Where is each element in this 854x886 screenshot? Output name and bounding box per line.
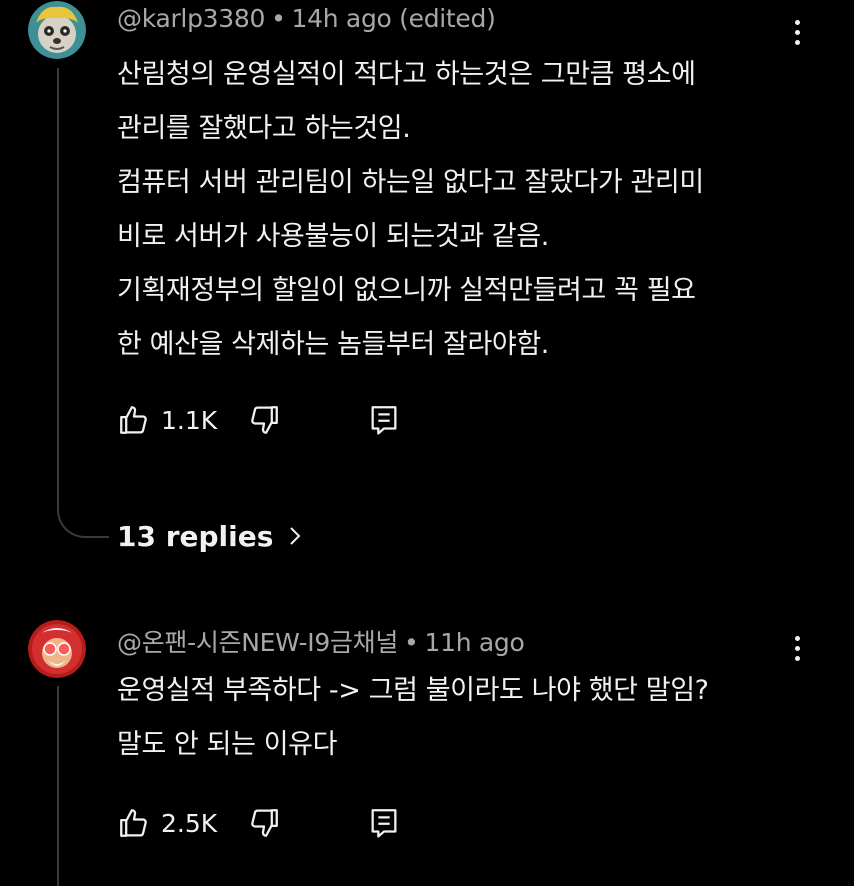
dislike-button[interactable]: [247, 398, 281, 442]
more-options-button[interactable]: [782, 12, 812, 52]
like-button[interactable]: [117, 801, 151, 845]
thread-connector-line: [57, 68, 109, 538]
reply-button[interactable]: [367, 801, 401, 845]
comment-actions: 2.5K: [117, 801, 437, 845]
comment-meta: @karlp3380 • 14h ago (edited): [117, 4, 496, 33]
like-button[interactable]: [117, 398, 151, 442]
reply-button[interactable]: [367, 398, 401, 442]
thread-connector-line: [57, 686, 59, 886]
comment-line: 기획재정부의 할일이 없으니까 실적만들려고 꼭 필요: [117, 275, 696, 306]
comment-time: 11h ago: [424, 628, 525, 657]
reply-icon: [371, 809, 397, 838]
more-vert-icon-dot: [794, 635, 800, 641]
comment-line: 컴퓨터 서버 관리팀이 하는일 없다고 잘랐다가 관리미: [117, 167, 704, 198]
avatar-onpaen-image: [28, 620, 86, 678]
more-vert-icon-dot: [794, 655, 800, 661]
comment-line: 비로 서버가 사용불능이 되는것과 같음.: [117, 221, 549, 252]
more-vert-icon-dot: [794, 29, 800, 35]
comment-author[interactable]: @karlp3380: [117, 4, 265, 33]
comment-text: 산림청의 운영실적이 적다고 하는것은 그만큼 평소에 관리를 잘했다고 하는것…: [117, 48, 704, 372]
reply-icon: [371, 406, 397, 435]
dislike-button[interactable]: [247, 801, 281, 845]
thumbs-down-icon: [251, 809, 278, 837]
comment-line: 관리를 잘했다고 하는것임.: [117, 113, 411, 144]
comment-meta: @온팬-시즌NEW-I9금채널 • 11h ago: [117, 623, 525, 659]
like-count: 2.5K: [161, 809, 218, 838]
replies-label: 13 replies: [117, 519, 274, 553]
avatar-karlp3380[interactable]: [28, 1, 86, 59]
view-replies-button[interactable]: 13 replies: [117, 514, 303, 558]
thumbs-up-icon: [120, 809, 147, 837]
comment-line: 운영실적 부족하다 -> 그럼 불이라도 나야 했단 말임?: [117, 675, 709, 706]
meta-separator: •: [404, 628, 419, 657]
avatar-karlp3380-image: [28, 1, 86, 59]
more-vert-icon-dot: [794, 645, 800, 651]
comment-line: 말도 안 되는 이유다: [117, 729, 338, 760]
comment-time: 14h ago (edited): [291, 4, 496, 33]
chevron-right-icon: [287, 524, 303, 548]
more-vert-icon-dot: [794, 19, 800, 25]
more-options-button[interactable]: [782, 628, 812, 668]
avatar-onpaen[interactable]: [28, 620, 86, 678]
comment-text: 운영실적 부족하다 -> 그럼 불이라도 나야 했단 말임? 말도 안 되는 이…: [117, 664, 709, 772]
thumbs-down-icon: [251, 406, 278, 434]
thumbs-up-icon: [120, 406, 147, 434]
comment-line: 산림청의 운영실적이 적다고 하는것은 그만큼 평소에: [117, 59, 696, 90]
more-vert-icon-dot: [794, 39, 800, 45]
meta-separator: •: [271, 4, 286, 33]
comment-author[interactable]: @온팬-시즌NEW-I9금채널: [117, 628, 398, 657]
comment-actions: 1.1K: [117, 398, 437, 442]
comment-line: 한 예산을 삭제하는 놈들부터 잘라야함.: [117, 329, 549, 360]
like-count: 1.1K: [161, 406, 218, 435]
